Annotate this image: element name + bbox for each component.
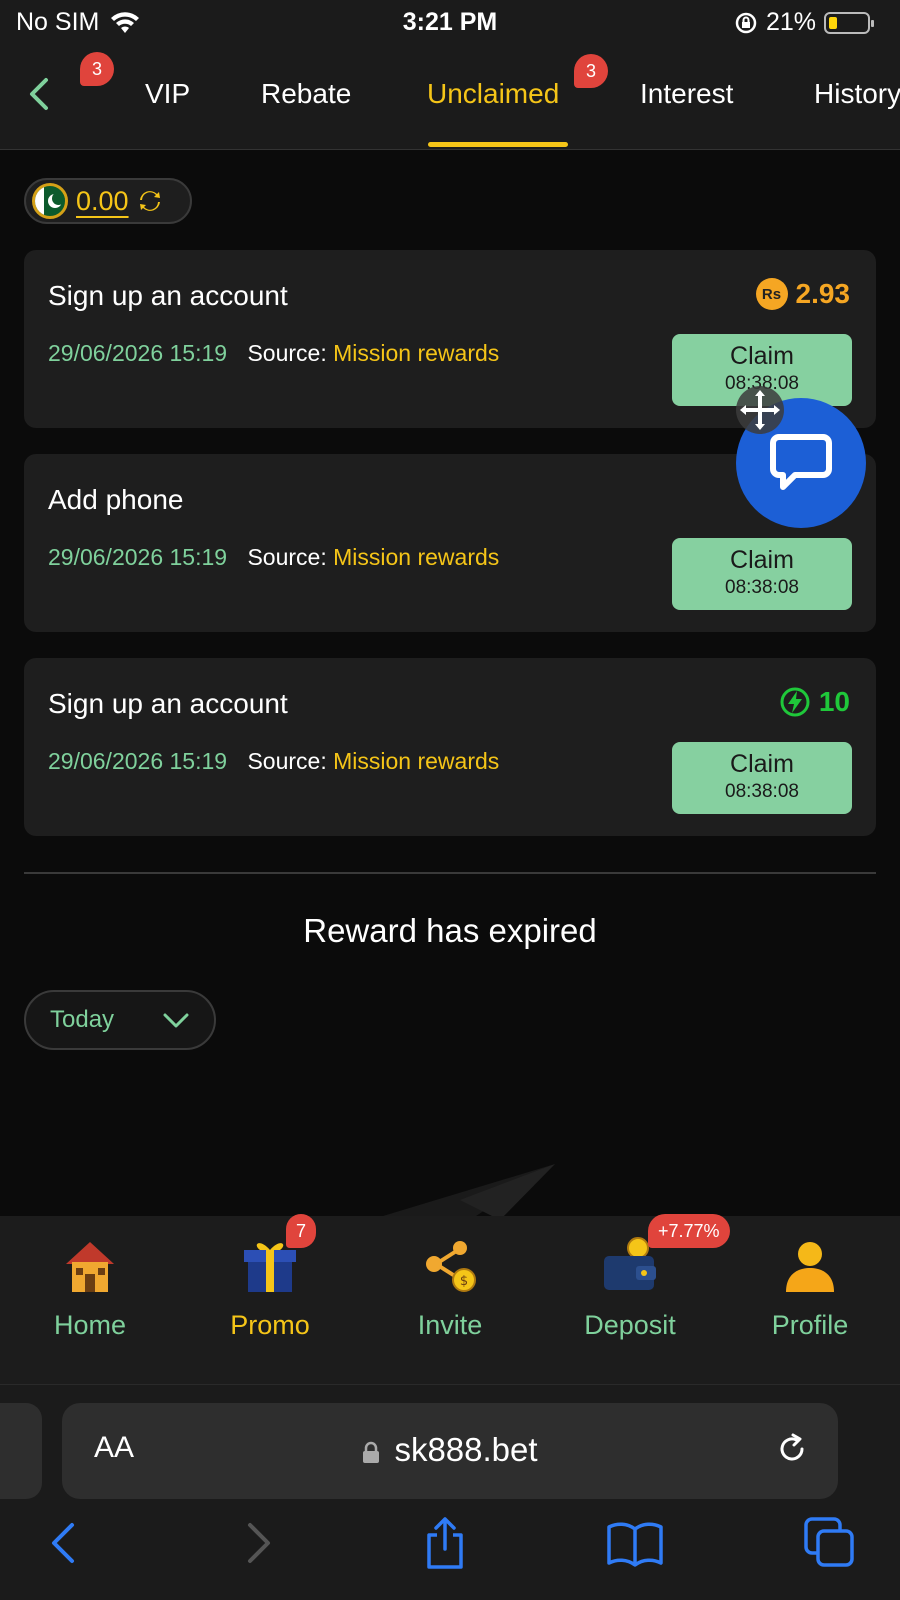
claim-button[interactable]: Claim 08:38:08 [672,538,852,610]
pakistan-flag-icon [32,183,68,219]
source-label: Source: [247,748,327,774]
lock-icon [363,1441,380,1463]
house-icon [66,1242,114,1292]
date-filter-select[interactable]: Today [24,990,216,1050]
battery-icon [824,11,874,34]
active-tab-indicator [428,142,568,147]
source-label: Source: [247,340,327,366]
energy-icon [780,687,810,717]
reward-date: 29/06/2026 15:19 [48,340,228,366]
reward-card: Sign up an account 10 29/06/2026 15:19 S… [24,658,876,836]
url-text: sk888.bet [394,1431,538,1468]
tab-history[interactable]: History [814,78,900,110]
battery-percent: 21% [765,8,816,36]
browser-back-icon[interactable] [34,1513,94,1573]
previous-tab-preview[interactable] [0,1403,42,1499]
tab-header: 3 VIP Rebate Unclaimed 3 Interest Histor… [0,46,900,150]
rupee-coin-icon: Rs [755,278,788,310]
paper-plane-icon [370,1164,555,1220]
claim-label: Claim [730,342,794,370]
claim-timer: 08:38:08 [725,781,799,802]
reward-amount: Rs 2.93 [755,278,851,310]
balance-value: 0.00 [76,185,129,216]
nav-label: Profile [771,1310,849,1340]
claim-button[interactable]: Claim 08:38:08 [672,742,852,814]
bookmarks-icon[interactable] [605,1513,665,1573]
reward-meta: 29/06/2026 15:19 Source: Mission rewards [48,544,499,571]
tabs-icon[interactable] [800,1513,860,1573]
status-right: 21% [734,8,874,37]
bottom-nav: Home Promo 7 $ Invite Deposit +7.77% Pro… [0,1214,900,1384]
vip-badge: 3 [80,52,114,86]
claim-label: Claim [730,546,794,574]
browser-bar: AA sk888.bet [0,1384,900,1600]
nav-promo[interactable]: Promo [190,1234,350,1341]
tab-rebate[interactable]: Rebate [261,78,351,110]
claim-timer: 08:38:08 [725,577,799,598]
rotation-lock-icon [735,12,757,33]
deposit-bonus-badge: +7.77% [648,1214,730,1248]
reward-title: Sign up an account [48,688,288,719]
reward-date: 29/06/2026 15:19 [48,748,228,774]
nav-invite[interactable]: $ Invite [370,1234,530,1341]
reward-source: Mission rewards [333,748,500,774]
reward-amount-value: 2.93 [795,278,851,309]
source-label: Source: [247,544,327,570]
tab-vip[interactable]: VIP [145,78,190,110]
reload-icon[interactable] [774,1431,810,1467]
refresh-icon[interactable] [137,188,163,214]
address-bar[interactable]: AA sk888.bet [62,1403,838,1499]
drag-move-icon[interactable] [736,386,784,434]
back-chevron-icon[interactable] [22,74,58,114]
reward-title: Sign up an account [48,280,288,311]
reward-source: Mission rewards [333,340,500,366]
nav-label: Promo [230,1310,310,1340]
reward-amount: 10 [779,686,850,718]
svg-text:$: $ [460,1274,468,1289]
reward-date: 29/06/2026 15:19 [48,544,228,570]
nav-label: Home [53,1310,127,1340]
tab-unclaimed[interactable]: Unclaimed [427,78,559,110]
chat-bubble-icon [770,434,832,490]
nav-label: Invite [417,1310,483,1340]
share-icon[interactable] [415,1513,475,1573]
unclaimed-badge: 3 [574,54,608,88]
expired-section-title: Reward has expired [303,912,597,949]
status-bar: No SIM 3:21 PM 21% [0,0,900,46]
share-coin-icon: $ [426,1241,476,1292]
balance-pill[interactable]: 0.00 [24,178,192,224]
nav-deposit[interactable]: Deposit [550,1234,710,1341]
section-divider [24,872,876,874]
reward-meta: 29/06/2026 15:19 Source: Mission rewards [48,340,499,367]
chevron-down-icon [163,1013,189,1028]
person-icon [786,1242,834,1292]
nav-home[interactable]: Home [10,1234,170,1341]
nav-label: Deposit [584,1310,676,1340]
date-filter-value: Today [50,1006,115,1033]
reward-title: Add phone [48,484,184,515]
reward-meta: 29/06/2026 15:19 Source: Mission rewards [48,748,499,775]
url-display: sk888.bet [62,1431,838,1469]
tab-interest[interactable]: Interest [640,78,733,110]
browser-forward-icon[interactable] [228,1513,288,1573]
reward-amount-value: 10 [818,686,850,717]
promo-badge: 7 [286,1214,317,1248]
nav-profile[interactable]: Profile [730,1234,890,1341]
reward-source: Mission rewards [333,544,500,570]
claim-label: Claim [730,750,794,778]
